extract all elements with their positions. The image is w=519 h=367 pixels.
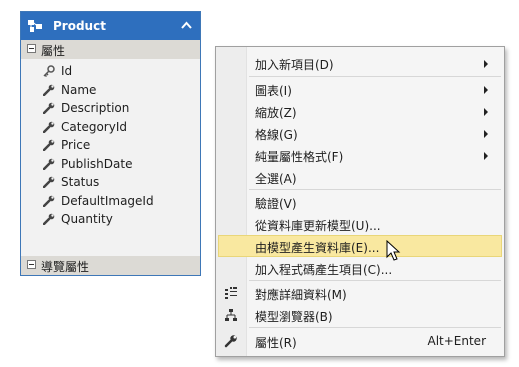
menu-item-label: 屬性(R) [255,336,297,350]
menu-item-add-new[interactable]: 加入新項目(D) [218,52,502,74]
menu-item-label: 純量屬性格式(F) [255,150,344,164]
property-item[interactable]: Status [21,173,200,192]
property-name: Quantity [61,212,113,226]
menu-item-generate-database-from-model[interactable]: 由模型產生資料庫(E)... [218,235,502,257]
menu-item-label: 加入程式碼產生項目(C)... [255,263,393,277]
wrench-property-icon [43,213,55,225]
wrench-property-icon [43,158,55,170]
menu-item-mapping-details[interactable]: 對應詳細資料(M) [218,282,502,304]
menu-item-label: 圖表(I) [255,84,292,98]
submenu-arrow-icon [484,130,488,138]
menu-item-label: 全選(A) [255,172,297,186]
property-name: Price [61,138,91,152]
menu-item-zoom[interactable]: 縮放(Z) [218,100,502,122]
navigation-section-header[interactable]: 導覽屬性 [21,256,200,275]
wrench-icon [224,335,237,348]
entity-title: Product [53,19,106,33]
menu-item-shortcut: Alt+Enter [427,334,486,348]
submenu-arrow-icon [484,108,488,116]
menu-item-label: 對應詳細資料(M) [255,288,347,302]
property-item[interactable]: Quantity [21,210,200,229]
properties-section-header[interactable]: 屬性 [21,40,200,59]
wrench-property-icon [43,102,55,114]
property-item[interactable]: CategoryId [21,118,200,137]
wrench-property-icon [43,121,55,133]
menu-item-validate[interactable]: 驗證(V) [218,191,502,213]
property-item[interactable]: Id [21,62,200,81]
key-icon [43,65,55,77]
menu-separator [249,280,501,281]
entity-product[interactable]: Product 屬性 Id Name Description CategoryI… [20,11,201,276]
menu-item-label: 模型瀏覽器(B) [255,310,333,324]
property-item[interactable]: Name [21,81,200,100]
wrench-property-icon [43,195,55,207]
properties-section-label: 屬性 [41,44,66,58]
collapse-box-icon[interactable] [27,260,36,269]
menu-item-grid[interactable]: 格線(G) [218,122,502,144]
menu-item-label: 縮放(Z) [255,106,297,120]
wrench-property-icon [43,176,55,188]
property-item[interactable]: Description [21,99,200,118]
property-name: Description [61,101,130,115]
property-item[interactable]: DefaultImageId [21,192,200,211]
collapse-box-icon[interactable] [27,44,36,53]
menu-item-label: 從資料庫更新模型(U)... [255,219,381,233]
property-name: Status [61,175,100,189]
menu-item-label: 由模型產生資料庫(E)... [255,241,380,255]
menu-item-label: 格線(G) [255,128,298,142]
mapping-details-icon [225,287,237,299]
wrench-property-icon [43,139,55,151]
mouse-cursor-icon [386,240,401,261]
menu-separator [249,189,501,190]
property-name: Id [61,64,73,78]
menu-separator [249,327,501,328]
property-item[interactable]: PublishDate [21,155,200,174]
property-item[interactable]: Price [21,136,200,155]
submenu-arrow-icon [484,152,488,160]
menu-separator [249,76,501,77]
submenu-arrow-icon [484,86,488,94]
model-browser-icon [225,309,237,321]
wrench-property-icon [43,84,55,96]
menu-item-diagram[interactable]: 圖表(I) [218,78,502,100]
menu-item-scalar-property-format[interactable]: 純量屬性格式(F) [218,144,502,166]
menu-item-label: 驗證(V) [255,197,297,211]
menu-item-properties[interactable]: 屬性(R) Alt+Enter [218,330,502,352]
chevron-up-icon[interactable] [181,20,192,31]
property-name: Name [61,82,97,97]
menu-item-label: 加入新項目(D) [255,58,334,72]
menu-item-select-all[interactable]: 全選(A) [218,166,502,188]
property-name: PublishDate [61,156,133,171]
property-name: CategoryId [61,119,127,134]
context-menu: 加入新項目(D) 圖表(I) 縮放(Z) 格線(G) 純量屬性格式(F) 全選(… [215,46,505,357]
entity-header[interactable]: Product [21,12,200,40]
property-name: DefaultImageId [61,193,154,208]
menu-item-model-browser[interactable]: 模型瀏覽器(B) [218,304,502,326]
property-list: Id Name Description CategoryId Price Pub… [21,59,200,232]
menu-item-add-code-generation-item[interactable]: 加入程式碼產生項目(C)... [218,257,502,279]
submenu-arrow-icon [484,60,488,68]
entity-type-icon [28,20,42,32]
menu-item-update-model-from-database[interactable]: 從資料庫更新模型(U)... [218,213,502,235]
navigation-section-label: 導覽屬性 [41,260,90,274]
